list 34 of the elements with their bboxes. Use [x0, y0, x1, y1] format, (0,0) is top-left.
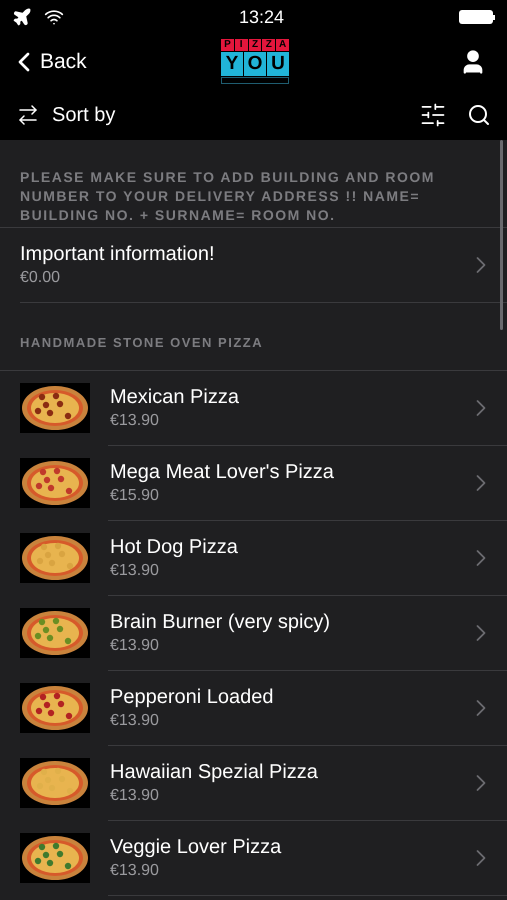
menu-item[interactable]: Mega Meat Lover's Pizza €15.90: [0, 446, 507, 520]
menu-item[interactable]: Pepperoni Loaded €13.90: [0, 671, 507, 745]
item-name: Hawaiian Spezial Pizza: [110, 760, 319, 784]
airplane-icon: [12, 7, 32, 27]
item-price: €15.90: [110, 486, 160, 506]
back-button[interactable]: Back: [8, 46, 87, 78]
item-price: €13.90: [110, 561, 160, 581]
item-price: €13.90: [110, 861, 160, 881]
item-name: Hot Dog Pizza: [110, 535, 239, 559]
section-header: HANDMADE STONE OVEN PIZZA: [20, 334, 264, 352]
item-name: Mexican Pizza: [110, 385, 240, 409]
item-price: €13.90: [110, 786, 160, 806]
filter-icon[interactable]: [419, 101, 447, 129]
menu-item[interactable]: Brain Burner (very spicy) €13.90: [0, 596, 507, 670]
item-name: Pepperoni Loaded: [110, 685, 274, 709]
menu-item[interactable]: Mexican Pizza €13.90: [0, 371, 507, 445]
battery-icon: [458, 10, 495, 24]
search-icon[interactable]: [467, 103, 491, 127]
menu-item[interactable]: Hawaiian Spezial Pizza €13.90: [0, 746, 507, 820]
item-price: €0.00: [20, 268, 62, 288]
sort-button[interactable]: Sort by: [16, 100, 116, 130]
menu-item[interactable]: Hot Dog Pizza €13.90: [0, 521, 507, 595]
item-price: €13.90: [110, 636, 160, 656]
item-name: Important information!: [20, 242, 216, 266]
item-name: Mega Meat Lover's Pizza: [110, 460, 335, 484]
menu-item[interactable]: Important information! €0.00: [0, 228, 507, 302]
status-time: 13:24: [238, 6, 284, 28]
menu-item[interactable]: Veggie Lover Pizza €13.90: [0, 821, 507, 895]
notice-text: PLEASE MAKE SURE TO ADD BUILDING AND ROOM NUMBER TO YOUR DELIVERY ADDRESS !! NAME= BUILDING NO. + SURNAME= ROOM NO.: [20, 168, 436, 225]
logo: P I Z Z A Y O U: [221, 39, 289, 84]
item-name: Veggie Lover Pizza: [110, 835, 282, 859]
item-price: €13.90: [110, 711, 160, 731]
item-name: Brain Burner (very spicy): [110, 610, 332, 634]
item-price: €13.90: [110, 411, 160, 431]
